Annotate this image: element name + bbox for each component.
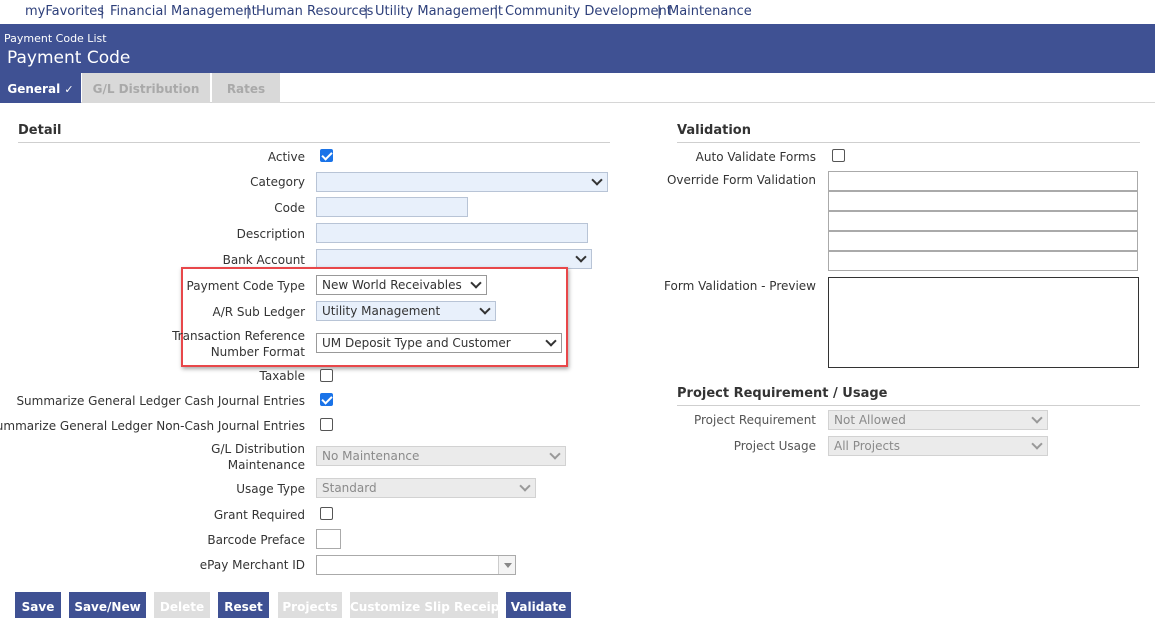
category-label: Category: [250, 175, 305, 189]
tab-rates[interactable]: Rates: [212, 73, 280, 103]
chevron-down-icon: [1031, 438, 1043, 450]
summarize-cash-label: Summarize General Ledger Cash Journal En…: [16, 394, 305, 408]
tab-gl-distribution[interactable]: G/L Distribution: [82, 73, 210, 103]
project-requirement-value: Not Allowed: [834, 413, 906, 427]
ar-sub-ledger-select[interactable]: Utility Management: [316, 301, 496, 321]
chevron-down-icon: [545, 335, 557, 347]
summarize-noncash-checkbox[interactable]: [320, 418, 333, 431]
ar-sub-ledger-value: Utility Management: [322, 304, 441, 318]
description-label: Description: [236, 227, 305, 241]
tab-bar: General ✓ G/L Distribution Rates: [0, 73, 1155, 103]
active-checkbox[interactable]: [320, 149, 333, 162]
grant-required-checkbox[interactable]: [320, 507, 333, 520]
validation-preview-label: Form Validation - Preview: [664, 279, 816, 293]
project-usage-label: Project Usage: [733, 439, 816, 453]
validation-divider: [677, 142, 1140, 143]
ar-sub-ledger-label: A/R Sub Ledger: [212, 305, 305, 319]
chevron-down-icon: [479, 303, 491, 315]
nav-maintenance[interactable]: Maintenance: [668, 4, 752, 19]
code-input[interactable]: [316, 197, 468, 217]
usage-type-label: Usage Type: [236, 482, 305, 496]
override-validation-input-2[interactable]: [828, 191, 1138, 211]
nav-financial-management[interactable]: Financial Management: [110, 4, 257, 19]
top-navigation: myFavorites | Financial Management | Hum…: [0, 0, 1155, 24]
validation-preview-box: [828, 277, 1139, 368]
override-validation-input-4[interactable]: [828, 231, 1138, 251]
detail-section-title: Detail: [18, 123, 62, 138]
gl-dist-label-line2: Maintenance: [227, 458, 305, 472]
grant-required-label: Grant Required: [213, 508, 305, 522]
trn-format-select[interactable]: UM Deposit Type and Customer: [316, 333, 562, 353]
reset-button[interactable]: Reset: [218, 592, 269, 618]
taxable-checkbox[interactable]: [320, 369, 333, 382]
trn-format-label-line2: Number Format: [210, 345, 305, 359]
project-section-title: Project Requirement / Usage: [677, 386, 888, 401]
override-validation-input-3[interactable]: [828, 211, 1138, 231]
barcode-preface-label: Barcode Preface: [207, 533, 305, 547]
payment-code-type-select[interactable]: New World Receivables: [316, 275, 487, 295]
nav-separator: |: [364, 4, 369, 19]
nav-human-resources[interactable]: Human Resources: [256, 4, 373, 19]
auto-validate-label: Auto Validate Forms: [695, 150, 816, 164]
override-validation-input-5[interactable]: [828, 251, 1138, 271]
epay-merchant-label: ePay Merchant ID: [199, 558, 305, 572]
usage-type-select[interactable]: Standard: [316, 478, 536, 498]
page-header: Payment Code List Payment Code: [0, 24, 1155, 73]
chevron-down-icon: [1031, 412, 1043, 424]
chevron-down-icon: [575, 251, 587, 263]
chevron-down-icon: [519, 480, 531, 492]
chevron-down-icon: [591, 174, 603, 186]
tab-general[interactable]: General ✓: [0, 73, 81, 103]
trn-format-label-line1: Transaction Reference: [172, 329, 305, 343]
auto-validate-checkbox[interactable]: [832, 149, 845, 162]
delete-button[interactable]: Delete: [154, 592, 210, 618]
taxable-label: Taxable: [259, 369, 306, 383]
save-button[interactable]: Save: [15, 592, 61, 618]
barcode-preface-input[interactable]: [316, 529, 341, 549]
nav-separator: |: [657, 4, 662, 19]
chevron-down-icon: [549, 448, 561, 460]
payment-code-type-value: New World Receivables: [322, 278, 462, 292]
validate-button[interactable]: Validate: [506, 592, 571, 618]
bank-account-label: Bank Account: [222, 253, 305, 267]
customize-slip-receipt-button[interactable]: Customize Slip Receipt: [350, 592, 505, 618]
dropdown-arrow-icon[interactable]: [498, 556, 515, 574]
trn-format-value: UM Deposit Type and Customer: [322, 336, 511, 350]
project-requirement-select[interactable]: Not Allowed: [828, 410, 1048, 430]
category-select[interactable]: [316, 172, 608, 192]
check-icon: ✓: [64, 83, 74, 96]
project-divider: [677, 405, 1140, 406]
gl-dist-value: No Maintenance: [322, 449, 420, 463]
description-input[interactable]: [316, 223, 588, 243]
bank-account-select[interactable]: [316, 249, 592, 269]
projects-button[interactable]: Projects: [278, 592, 342, 618]
code-label: Code: [274, 201, 305, 215]
override-validation-input-1[interactable]: [828, 171, 1138, 191]
nav-utility-management[interactable]: Utility Management: [375, 4, 503, 19]
save-new-button[interactable]: Save/New: [69, 592, 146, 618]
gl-dist-select[interactable]: No Maintenance: [316, 446, 566, 466]
nav-separator: |: [246, 4, 251, 19]
project-usage-select[interactable]: All Projects: [828, 436, 1048, 456]
epay-merchant-combo[interactable]: [316, 555, 516, 575]
override-validation-label: Override Form Validation: [666, 173, 816, 187]
project-usage-value: All Projects: [834, 439, 900, 453]
breadcrumb[interactable]: Payment Code List: [4, 32, 107, 45]
detail-divider: [18, 142, 610, 143]
summarize-noncash-label: Summarize General Ledger Non-Cash Journa…: [0, 419, 305, 433]
nav-separator: |: [494, 4, 499, 19]
validation-section-title: Validation: [677, 123, 751, 138]
active-label: Active: [267, 150, 305, 164]
page-title: Payment Code: [7, 48, 131, 68]
nav-my-favorites[interactable]: myFavorites: [25, 4, 104, 19]
project-requirement-label: Project Requirement: [693, 413, 816, 427]
tab-general-label: General: [7, 82, 61, 96]
usage-type-value: Standard: [322, 481, 377, 495]
nav-separator: |: [100, 4, 105, 19]
summarize-cash-checkbox[interactable]: [320, 393, 333, 406]
chevron-down-icon: [470, 277, 482, 289]
nav-community-development[interactable]: Community Development: [505, 4, 672, 19]
payment-code-type-label: Payment Code Type: [186, 279, 305, 293]
gl-dist-label-line1: G/L Distribution: [211, 442, 305, 456]
